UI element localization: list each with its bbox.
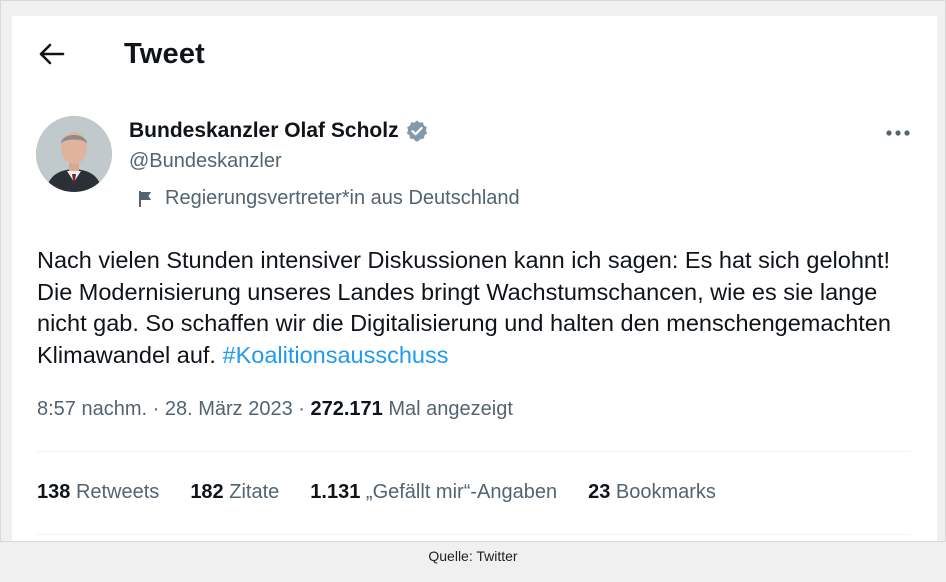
stat-count: 182 (190, 481, 224, 503)
hashtag-link[interactable]: #Koalitionsausschuss (223, 342, 449, 368)
arrow-left-icon (39, 43, 65, 65)
avatar-image (36, 116, 112, 192)
author-name[interactable]: Bundeskanzler Olaf Scholz (129, 119, 399, 143)
more-button[interactable] (880, 120, 916, 146)
view-count: 272.171 (310, 398, 383, 420)
government-label[interactable]: Regierungsvertreter*in aus Deutschland (136, 187, 520, 210)
back-button[interactable] (34, 36, 70, 72)
flag-icon (139, 190, 151, 207)
meta-separator: · (147, 398, 165, 420)
tweet-time[interactable]: 8:57 nachm. (37, 398, 147, 420)
stat-label: Retweets (75, 481, 160, 503)
page-title: Tweet (124, 38, 206, 70)
author-name-row[interactable]: Bundeskanzler Olaf Scholz (129, 119, 429, 143)
tweet-stats: 138 Retweets 182 Zitate 1.131 „Gefällt m… (37, 481, 716, 504)
stat-count: 23 (588, 481, 611, 503)
stat-retweets[interactable]: 138 Retweets (37, 481, 159, 504)
tweet-header: Tweet (12, 16, 937, 96)
divider (37, 534, 911, 535)
meta-separator: · (292, 398, 311, 420)
view-label: Mal angezeigt (388, 398, 513, 420)
stat-bookmarks[interactable]: 23 Bookmarks (588, 481, 716, 504)
stat-count: 138 (37, 481, 71, 503)
stat-quotes[interactable]: 182 Zitate (190, 481, 279, 504)
divider (37, 451, 911, 452)
stat-count: 1.131 (310, 481, 361, 503)
more-horizontal-icon (886, 130, 910, 136)
verified-badge-icon (406, 120, 427, 142)
stat-label: Bookmarks (615, 481, 716, 503)
government-label-text: Regierungsvertreter*in aus Deutschland (165, 187, 520, 209)
screenshot-frame: Tweet Bundeskanzler Olaf Scholz @Bundesk… (0, 0, 946, 542)
tweet-meta: 8:57 nachm. · 28. März 2023 · 272.171 Ma… (37, 398, 513, 421)
avatar[interactable] (36, 116, 112, 192)
stat-likes[interactable]: 1.131 „Gefällt mir“-Angaben (310, 481, 557, 504)
stat-label: „Gefällt mir“-Angaben (365, 481, 558, 503)
tweet-date[interactable]: 28. März 2023 (165, 398, 293, 420)
author-handle[interactable]: @Bundeskanzler (129, 150, 282, 173)
tweet-body: Nach vielen Stunden intensiver Diskussio… (37, 247, 891, 368)
tweet-text: Nach vielen Stunden intensiver Diskussio… (37, 245, 917, 371)
stat-label: Zitate (229, 481, 280, 503)
source-caption: Quelle: Twitter (428, 548, 518, 564)
tweet-card: Tweet Bundeskanzler Olaf Scholz @Bundesk… (12, 16, 937, 541)
